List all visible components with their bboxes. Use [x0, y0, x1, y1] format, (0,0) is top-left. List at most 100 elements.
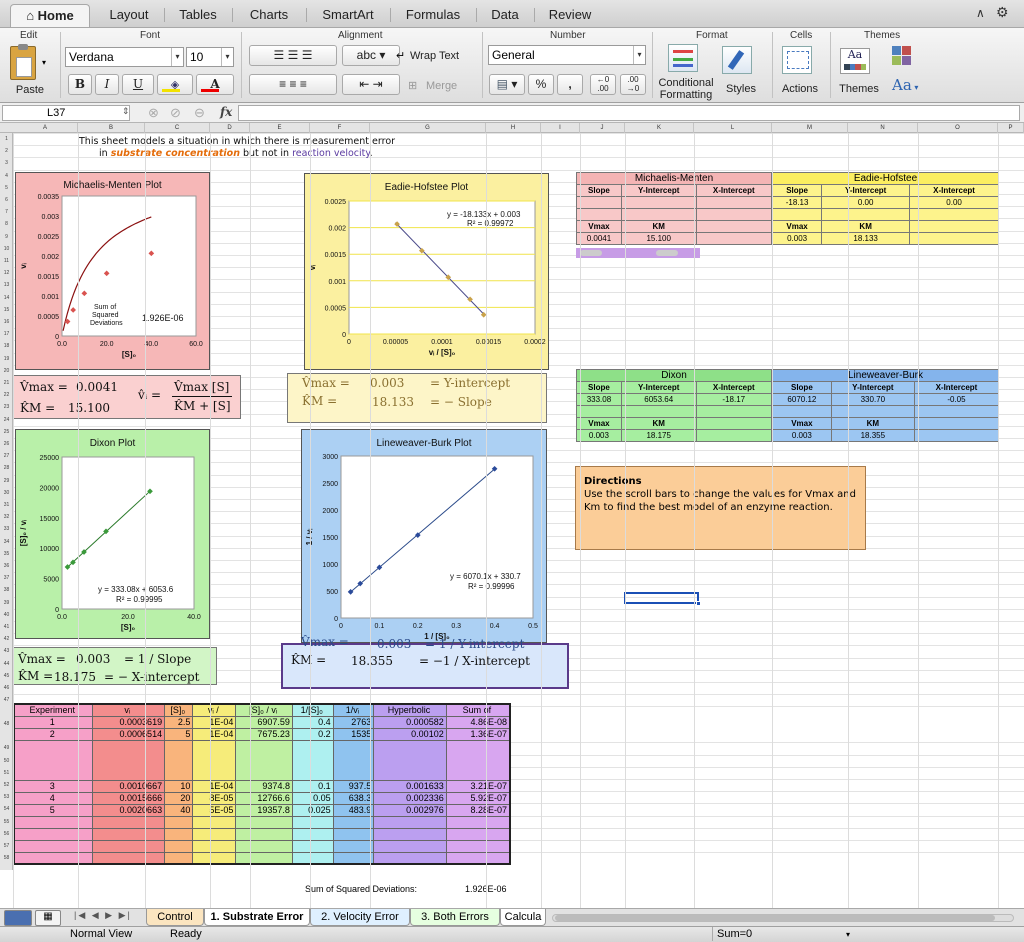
dixon-chart[interactable]: Dixon Plot 25000 20000 15000 10000 5000 0 0.0 2… — [15, 429, 210, 639]
table-cell[interactable]: 5 — [164, 727, 194, 741]
table-cell[interactable] — [91, 827, 166, 841]
table-cell[interactable] — [235, 739, 293, 781]
table-cell[interactable] — [291, 739, 334, 781]
table-cell[interactable]: 0.00102 — [373, 727, 447, 741]
row-header-40[interactable]: 40 — [0, 609, 13, 621]
table-cell[interactable] — [164, 815, 194, 829]
sheet-tab-control[interactable]: Control — [146, 909, 204, 926]
currency-format-button[interactable]: ▤ ▾ — [489, 74, 525, 95]
table-cell[interactable]: 6907.59 — [235, 715, 293, 729]
tab-layout[interactable]: Layout — [96, 4, 162, 27]
row-header-39[interactable]: 39 — [0, 597, 13, 609]
theme-colors-icon[interactable] — [892, 46, 912, 66]
horizontal-align-buttons[interactable]: ≡ ≡ ≡ — [249, 74, 337, 95]
row-header-36[interactable]: 36 — [0, 560, 13, 572]
table-cell[interactable] — [445, 839, 511, 853]
eadie-hofstee-chart[interactable]: Eadie-Hofstee Plot 0.0025 0.002 0.0015 0.00… — [304, 173, 549, 370]
name-box-stepper-icon[interactable]: ⇕ — [122, 106, 130, 117]
row-header-41[interactable]: 41 — [0, 621, 13, 633]
row-header-58[interactable]: 58 — [0, 852, 13, 864]
increase-decimal-button[interactable]: ←0.00 — [590, 74, 616, 95]
fx-icon[interactable]: fx — [220, 105, 232, 119]
table-cell[interactable] — [291, 839, 334, 853]
table-cell[interactable]: 0.002336 — [373, 791, 447, 805]
wrap-text-button[interactable]: Wrap Text — [410, 50, 464, 62]
column-header-g[interactable]: G — [370, 123, 486, 133]
table-cell[interactable] — [192, 839, 237, 853]
table-cell[interactable]: 5 — [13, 803, 93, 817]
table-cell[interactable] — [445, 815, 511, 829]
table-cell[interactable]: 937.5 — [332, 779, 375, 793]
row-header-1[interactable]: 1 — [0, 133, 13, 145]
table-cell[interactable] — [13, 827, 93, 841]
table-cell[interactable]: 19357.8 — [235, 803, 293, 817]
table-cell[interactable] — [91, 815, 166, 829]
table-cell[interactable]: 8.28E-07 — [445, 803, 511, 817]
orientation-button[interactable]: abc ▾ — [342, 45, 400, 66]
table-cell[interactable]: 5E-05 — [192, 803, 237, 817]
michaelis-menten-chart[interactable]: Michaelis-Menten Plot 0.0035 0.003 0.0025 0… — [15, 172, 210, 370]
scrollbar-thumb[interactable] — [580, 250, 602, 256]
table-cell[interactable] — [332, 851, 375, 865]
row-header-45[interactable]: 45 — [0, 670, 13, 682]
table-cell[interactable] — [373, 815, 447, 829]
column-header-j[interactable]: J — [580, 123, 625, 133]
selected-cell[interactable] — [624, 592, 701, 606]
paste-clipboard-icon[interactable] — [10, 44, 36, 80]
table-cell[interactable]: 2.5 — [164, 715, 194, 729]
table-cell[interactable] — [91, 839, 166, 853]
collapse-ribbon-icon[interactable]: ∧ — [976, 6, 985, 20]
table-cell[interactable] — [192, 851, 237, 865]
row-header-55[interactable]: 55 — [0, 816, 13, 828]
themes-button[interactable]: Themes — [836, 83, 882, 95]
cell[interactable]: -0.05 — [913, 393, 1000, 406]
cell[interactable]: 330.70 — [830, 393, 915, 406]
table-cell[interactable]: 1.36E-07 — [445, 727, 511, 741]
sheet-tab-calcula[interactable]: Calcula — [500, 909, 546, 926]
table-cell[interactable] — [13, 851, 93, 865]
scroll-bar-controls[interactable] — [576, 248, 700, 258]
row-header-11[interactable]: 11 — [0, 255, 13, 267]
column-header-d[interactable]: D — [210, 123, 250, 133]
row-header-26[interactable]: 26 — [0, 438, 13, 450]
row-header-56[interactable]: 56 — [0, 828, 13, 840]
table-cell[interactable]: 1 — [13, 715, 93, 729]
km-cell[interactable]: 18.133 — [821, 232, 911, 245]
table-cell[interactable]: 4 — [13, 791, 93, 805]
row-header-9[interactable]: 9 — [0, 231, 13, 243]
column-header-h[interactable]: H — [486, 123, 541, 133]
table-cell[interactable]: 1E-04 — [192, 779, 237, 793]
cell[interactable]: 0.00 — [821, 196, 911, 209]
horizontal-scrollbar[interactable] — [552, 914, 1014, 922]
table-cell[interactable] — [13, 815, 93, 829]
row-header-23[interactable]: 23 — [0, 401, 13, 413]
table-cell[interactable] — [192, 815, 237, 829]
km-cell[interactable]: 15.100 — [620, 232, 697, 245]
km-cell[interactable]: 18.175 — [620, 429, 697, 442]
sheet-nav-arrows-icon[interactable]: |◀ ◀ ▶ ▶| — [74, 910, 132, 921]
row-header-52[interactable]: 52 — [0, 779, 13, 791]
table-cell[interactable]: 0.000582 — [373, 715, 447, 729]
table-cell[interactable]: 1E-04 — [192, 715, 237, 729]
comma-style-button[interactable]: , — [557, 74, 583, 95]
table-cell[interactable]: 1535 — [332, 727, 375, 741]
row-header-38[interactable]: 38 — [0, 584, 13, 596]
row-header-47[interactable]: 47 — [0, 694, 13, 706]
table-cell[interactable]: 20 — [164, 791, 194, 805]
cell[interactable]: 0.00 — [909, 196, 999, 209]
paste-dropdown-icon[interactable]: ▾ — [42, 58, 46, 67]
tab-charts[interactable]: Charts — [234, 4, 304, 27]
row-header-53[interactable]: 53 — [0, 791, 13, 803]
styles-brush-icon[interactable] — [722, 46, 752, 74]
column-header-n[interactable]: N — [848, 123, 918, 133]
table-cell[interactable]: 638.3 — [332, 791, 375, 805]
row-header-28[interactable]: 28 — [0, 462, 13, 474]
table-cell[interactable]: 0.0003619 — [91, 715, 166, 729]
column-header-p[interactable]: P — [998, 123, 1024, 133]
column-header-a[interactable]: A — [13, 123, 78, 133]
vmax-cell[interactable]: 0.003 — [772, 429, 832, 442]
tab-review[interactable]: Review — [536, 4, 604, 27]
km-cell[interactable]: 18.355 — [830, 429, 915, 442]
row-header-24[interactable]: 24 — [0, 414, 13, 426]
row-header-46[interactable]: 46 — [0, 682, 13, 694]
